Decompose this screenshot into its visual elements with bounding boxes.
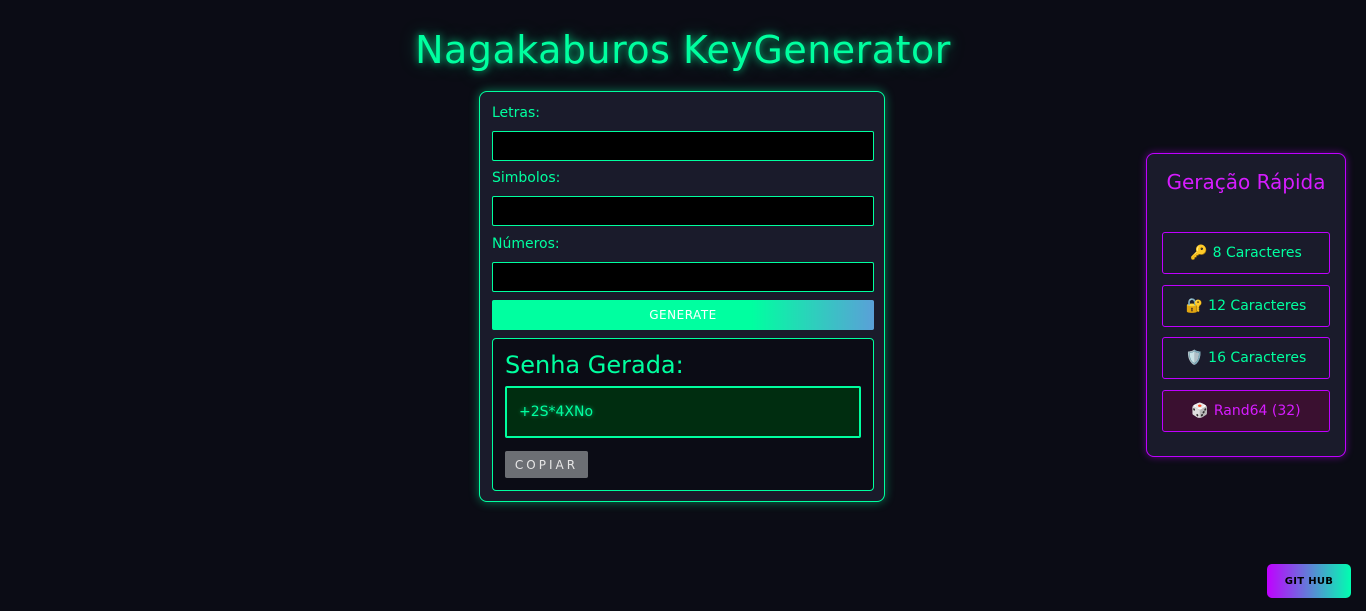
quick-12-chars-button[interactable]: 🔐 12 Caracteres [1162,285,1330,327]
quick-button-label: 16 Caracteres [1208,350,1307,366]
quick-generation-panel: Geração Rápida 🔑 8 Caracteres 🔐 12 Caracte… [1146,153,1346,457]
result-title: Senha Gerada: [505,351,684,379]
locked-with-key-icon: 🔐 [1185,298,1204,314]
quick-button-label: 12 Caracteres [1208,298,1307,314]
generated-password-display[interactable]: +2S*4XNo [505,386,861,438]
generator-card: Letras: Simbolos: Números: GENERATE Senh… [479,91,885,502]
quick-rand64-button[interactable]: 🎲 Rand64 (32) [1162,390,1330,432]
letters-input[interactable] [492,131,874,161]
symbols-label: Simbolos: [492,170,561,186]
symbols-input[interactable] [492,196,874,226]
key-icon: 🔑 [1190,245,1208,261]
quick-button-label: 8 Caracteres [1212,245,1302,261]
page-title: Nagakaburos KeyGenerator [415,28,951,72]
result-panel: Senha Gerada: +2S*4XNo COPIAR [492,338,874,491]
copy-button[interactable]: COPIAR [505,451,588,478]
quick-button-label: Rand64 (32) [1213,403,1301,419]
numbers-input[interactable] [492,262,874,292]
generate-button[interactable]: GENERATE [492,300,874,330]
numbers-label: Números: [492,236,560,252]
quick-8-chars-button[interactable]: 🔑 8 Caracteres [1162,232,1330,274]
page: Nagakaburos KeyGenerator Letras: Simbolo… [0,0,1366,611]
letters-label: Letras: [492,105,541,121]
quick-generation-title: Geração Rápida [1166,170,1326,194]
github-button[interactable]: GIT HUB [1267,564,1351,598]
shield-icon: 🛡️ [1185,350,1204,366]
quick-16-chars-button[interactable]: 🛡️ 16 Caracteres [1162,337,1330,379]
dice-icon: 🎲 [1191,403,1209,419]
